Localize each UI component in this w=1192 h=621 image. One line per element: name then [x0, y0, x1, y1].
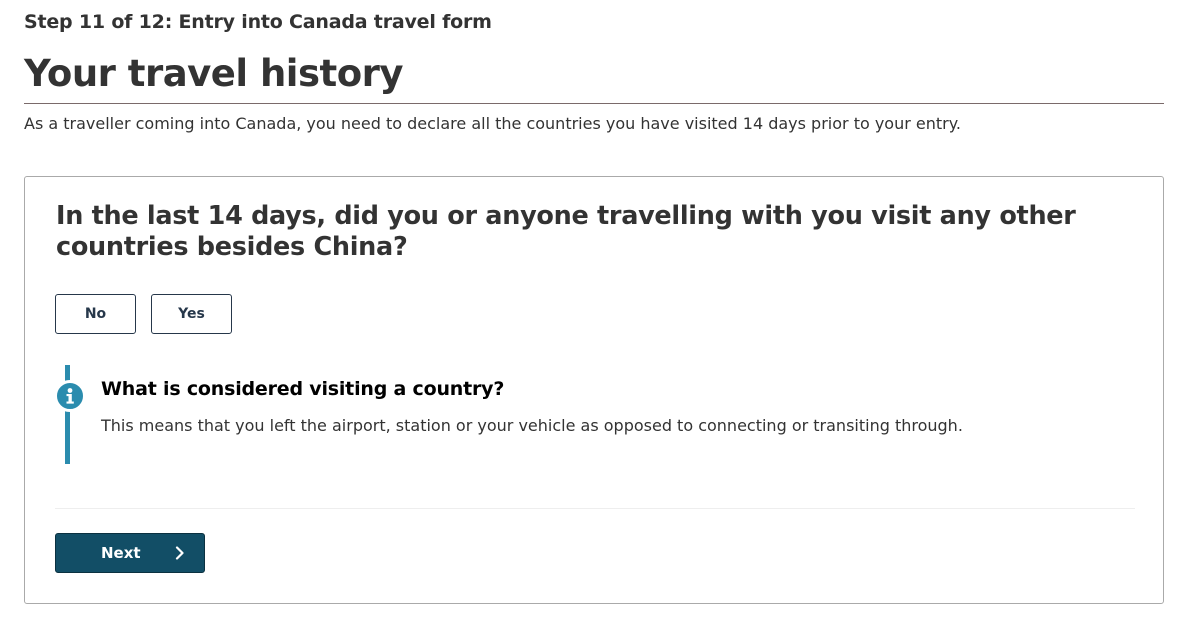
next-button-label: Next [101, 544, 141, 562]
travel-history-page: Step 11 of 12: Entry into Canada travel … [0, 0, 1192, 621]
info-icon [54, 380, 86, 412]
chevron-right-icon [175, 546, 185, 564]
info-text: This means that you left the airport, st… [101, 416, 963, 435]
no-button[interactable]: No [55, 294, 136, 334]
info-heading: What is considered visiting a country? [101, 378, 505, 400]
intro-text: As a traveller coming into Canada, you n… [24, 114, 962, 133]
question-text: In the last 14 days, did you or anyone t… [56, 201, 1076, 262]
next-button[interactable]: Next [55, 533, 205, 573]
step-indicator: Step 11 of 12: Entry into Canada travel … [24, 11, 492, 33]
yes-button[interactable]: Yes [151, 294, 232, 334]
page-title: Your travel history [24, 52, 403, 95]
card-divider [55, 508, 1135, 509]
title-divider [24, 103, 1164, 104]
info-callout: What is considered visiting a country? T… [54, 365, 1105, 464]
question-card: In the last 14 days, did you or anyone t… [24, 176, 1164, 604]
